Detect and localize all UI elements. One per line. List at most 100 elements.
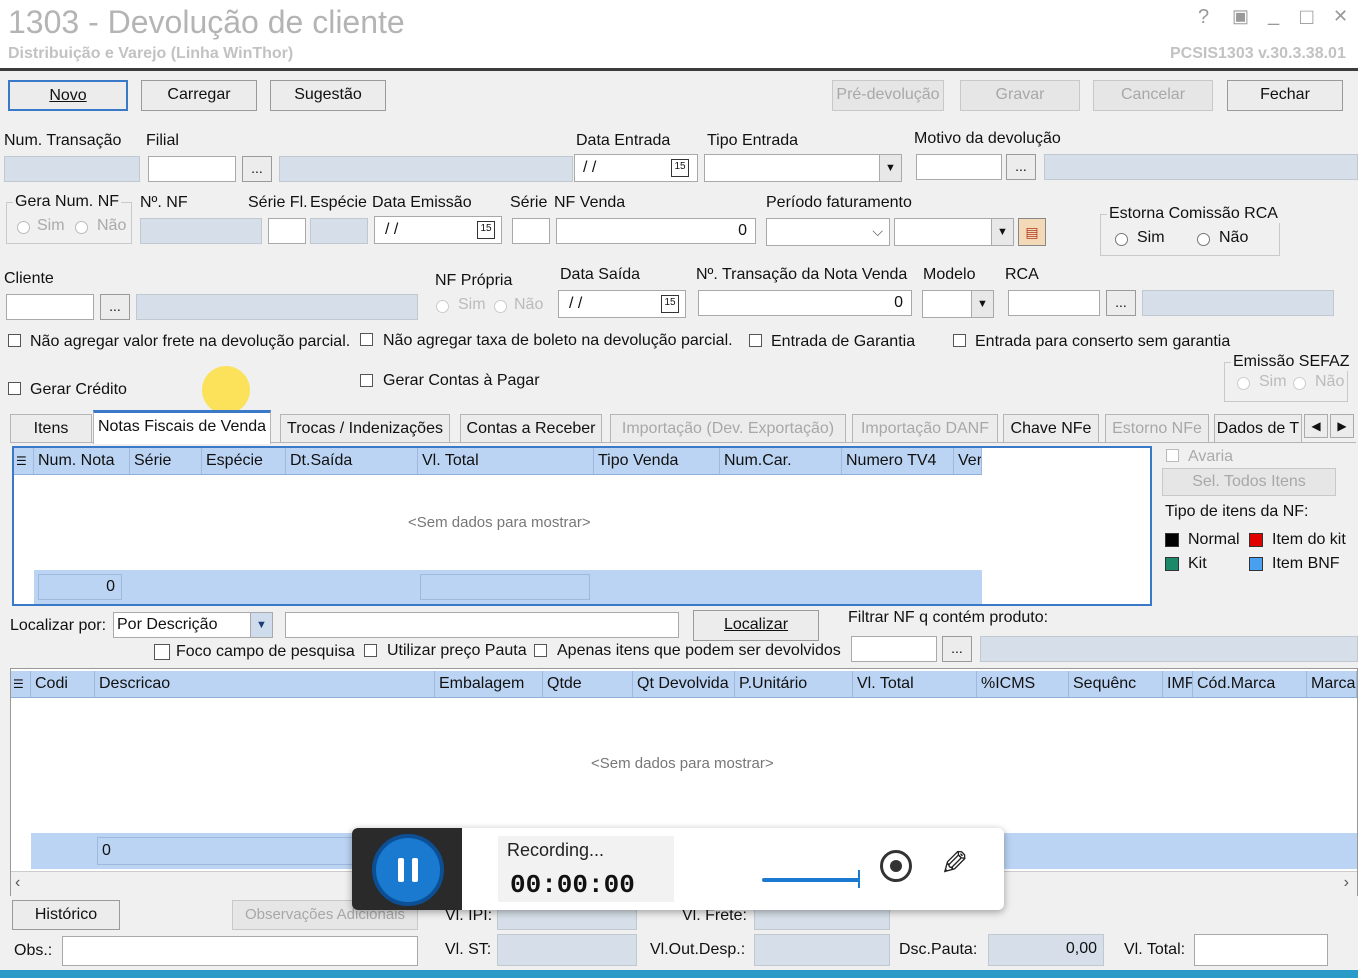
grid-menu-icon[interactable]: ☰ <box>14 448 34 474</box>
nao-agregar-boleto-checkbox[interactable] <box>360 333 373 346</box>
rca-field[interactable] <box>1008 290 1100 316</box>
tab-estorno-nfe[interactable]: Estorno NFe <box>1105 414 1209 442</box>
filial-lookup-button[interactable]: ... <box>242 156 272 182</box>
col-marca[interactable]: Marca <box>1307 671 1357 697</box>
data-entrada-field[interactable]: / / 15 <box>574 154 698 182</box>
tab-scroll-right-icon[interactable]: ▶ <box>1330 414 1354 438</box>
clipboard-icon[interactable]: ▤ <box>1018 218 1046 246</box>
col-qt-devolvida[interactable]: Qt Devolvida <box>633 671 735 697</box>
calendar-icon[interactable]: 15 <box>671 159 689 177</box>
filtrar-produto-lookup-button[interactable]: ... <box>942 636 972 662</box>
help-icon[interactable]: ? <box>1198 6 1209 29</box>
col-embalagem[interactable]: Embalagem <box>435 671 543 697</box>
chevron-down-icon[interactable]: ▼ <box>250 613 272 637</box>
maximize-icon[interactable]: □ <box>1300 4 1313 30</box>
no-nf-field[interactable] <box>140 218 262 244</box>
col-num-nota[interactable]: Num. Nota <box>34 448 130 474</box>
scroll-left-icon[interactable]: ‹ <box>15 874 20 892</box>
col-icms[interactable]: %ICMS <box>977 671 1069 697</box>
fechar-button[interactable]: Fechar <box>1227 80 1343 111</box>
cancelar-button[interactable]: Cancelar <box>1093 80 1213 111</box>
chevron-down-icon[interactable]: ▼ <box>991 219 1013 245</box>
tab-itens[interactable]: Itens <box>10 414 92 442</box>
gerar-credito-checkbox[interactable] <box>8 382 21 395</box>
col-vl-total[interactable]: Vl. Total <box>853 671 977 697</box>
col-vl-total[interactable]: Vl. Total <box>418 448 594 474</box>
col-tipo-venda[interactable]: Tipo Venda <box>594 448 720 474</box>
no-transacao-nota-field[interactable]: 0 <box>698 290 912 316</box>
calendar-icon[interactable]: 15 <box>661 295 679 313</box>
calendar-icon[interactable]: 15 <box>477 221 495 239</box>
periodo-inicio-select[interactable]: ⌵ <box>766 218 890 246</box>
tab-scroll-left-icon[interactable]: ◀ <box>1304 414 1328 438</box>
serie-field[interactable] <box>512 218 550 244</box>
motivo-field[interactable] <box>916 154 1002 180</box>
volume-slider[interactable] <box>762 878 860 882</box>
novo-button[interactable]: Novo <box>8 80 128 111</box>
gerar-contas-pagar-checkbox[interactable] <box>360 374 373 387</box>
col-p-unitario[interactable]: P.Unitário <box>735 671 853 697</box>
tab-notas-fiscais-venda[interactable]: Notas Fiscais de Venda <box>93 410 271 444</box>
col-numero-tv4[interactable]: Numero TV4 <box>842 448 954 474</box>
preco-pauta-checkbox[interactable] <box>364 644 377 657</box>
apenas-itens-checkbox[interactable] <box>534 644 547 657</box>
col-dt-saida[interactable]: Dt.Saída <box>286 448 418 474</box>
localizar-por-select[interactable]: Por Descrição ▼ <box>113 612 273 638</box>
col-num-car[interactable]: Num.Car. <box>720 448 842 474</box>
chevron-down-icon[interactable]: ▼ <box>879 155 901 181</box>
cliente-field[interactable] <box>6 294 94 320</box>
minimize-icon[interactable]: _ <box>1268 4 1279 27</box>
tab-trocas-indenizacoes[interactable]: Trocas / Indenizações <box>280 414 450 442</box>
rca-lookup-button[interactable]: ... <box>1106 290 1136 316</box>
col-imf[interactable]: IMF <box>1163 671 1193 697</box>
col-ver[interactable]: Ver <box>954 448 982 474</box>
chevron-down-icon[interactable]: ▼ <box>971 291 993 317</box>
settings-icon[interactable]: ▣ <box>1232 6 1249 27</box>
gera-nf-sim-radio[interactable] <box>17 221 30 234</box>
entrada-garantia-checkbox[interactable] <box>749 334 762 347</box>
data-saida-field[interactable]: / / 15 <box>558 290 686 318</box>
tab-contas-receber[interactable]: Contas a Receber <box>460 414 602 442</box>
entrada-conserto-checkbox[interactable] <box>953 334 966 347</box>
col-especie[interactable]: Espécie <box>202 448 286 474</box>
chevron-down-icon[interactable]: ⌵ <box>872 223 883 240</box>
modelo-select[interactable]: ▼ <box>922 290 994 318</box>
gera-nf-nao-radio[interactable] <box>75 221 88 234</box>
pre-devolucao-button[interactable]: Pré-devolução <box>832 80 944 111</box>
grid-menu-icon[interactable]: ☰ <box>11 671 31 697</box>
filtrar-produto-field[interactable] <box>851 636 937 662</box>
col-descricao[interactable]: Descricao <box>95 671 435 697</box>
col-sequencia[interactable]: Sequênc <box>1069 671 1163 697</box>
col-codi[interactable]: Codi <box>31 671 95 697</box>
cliente-lookup-button[interactable]: ... <box>100 294 130 320</box>
obs-field[interactable] <box>62 936 418 966</box>
gravar-button[interactable]: Gravar <box>960 80 1080 111</box>
periodo-fim-select[interactable]: ▼ <box>894 218 1014 246</box>
col-serie[interactable]: Série <box>130 448 202 474</box>
historico-button[interactable]: Histórico <box>12 900 120 930</box>
col-qtde[interactable]: Qtde <box>543 671 633 697</box>
serie-fl-field[interactable] <box>268 218 306 244</box>
sefaz-sim-radio[interactable] <box>1237 377 1250 390</box>
carregar-button[interactable]: Carregar <box>141 80 257 111</box>
data-emissao-field[interactable]: / / 15 <box>374 216 502 244</box>
localizar-button[interactable]: Localizar <box>693 610 819 641</box>
filial-field[interactable] <box>148 156 236 182</box>
pen-icon[interactable]: ✎ <box>940 844 969 884</box>
sefaz-nao-radio[interactable] <box>1293 377 1306 390</box>
search-input[interactable] <box>285 612 679 638</box>
tab-importacao-exportacao[interactable]: Importação (Dev. Exportação) <box>610 414 846 442</box>
pause-button[interactable] <box>372 834 444 906</box>
nao-agregar-frete-checkbox[interactable] <box>8 334 21 347</box>
tab-importacao-danf[interactable]: Importação DANF <box>852 414 998 442</box>
webcam-icon[interactable] <box>880 850 912 882</box>
nf-venda-field[interactable]: 0 <box>556 218 756 244</box>
avaria-checkbox[interactable] <box>1166 449 1179 462</box>
num-transacao-field[interactable] <box>4 156 140 182</box>
motivo-lookup-button[interactable]: ... <box>1006 154 1036 180</box>
sugestao-button[interactable]: Sugestão <box>270 80 386 111</box>
tab-dados-de-t[interactable]: Dados de T <box>1214 414 1302 442</box>
col-cod-marca[interactable]: Cód.Marca <box>1193 671 1307 697</box>
especie-field[interactable] <box>310 218 368 244</box>
tab-chave-nfe[interactable]: Chave NFe <box>1003 414 1099 442</box>
